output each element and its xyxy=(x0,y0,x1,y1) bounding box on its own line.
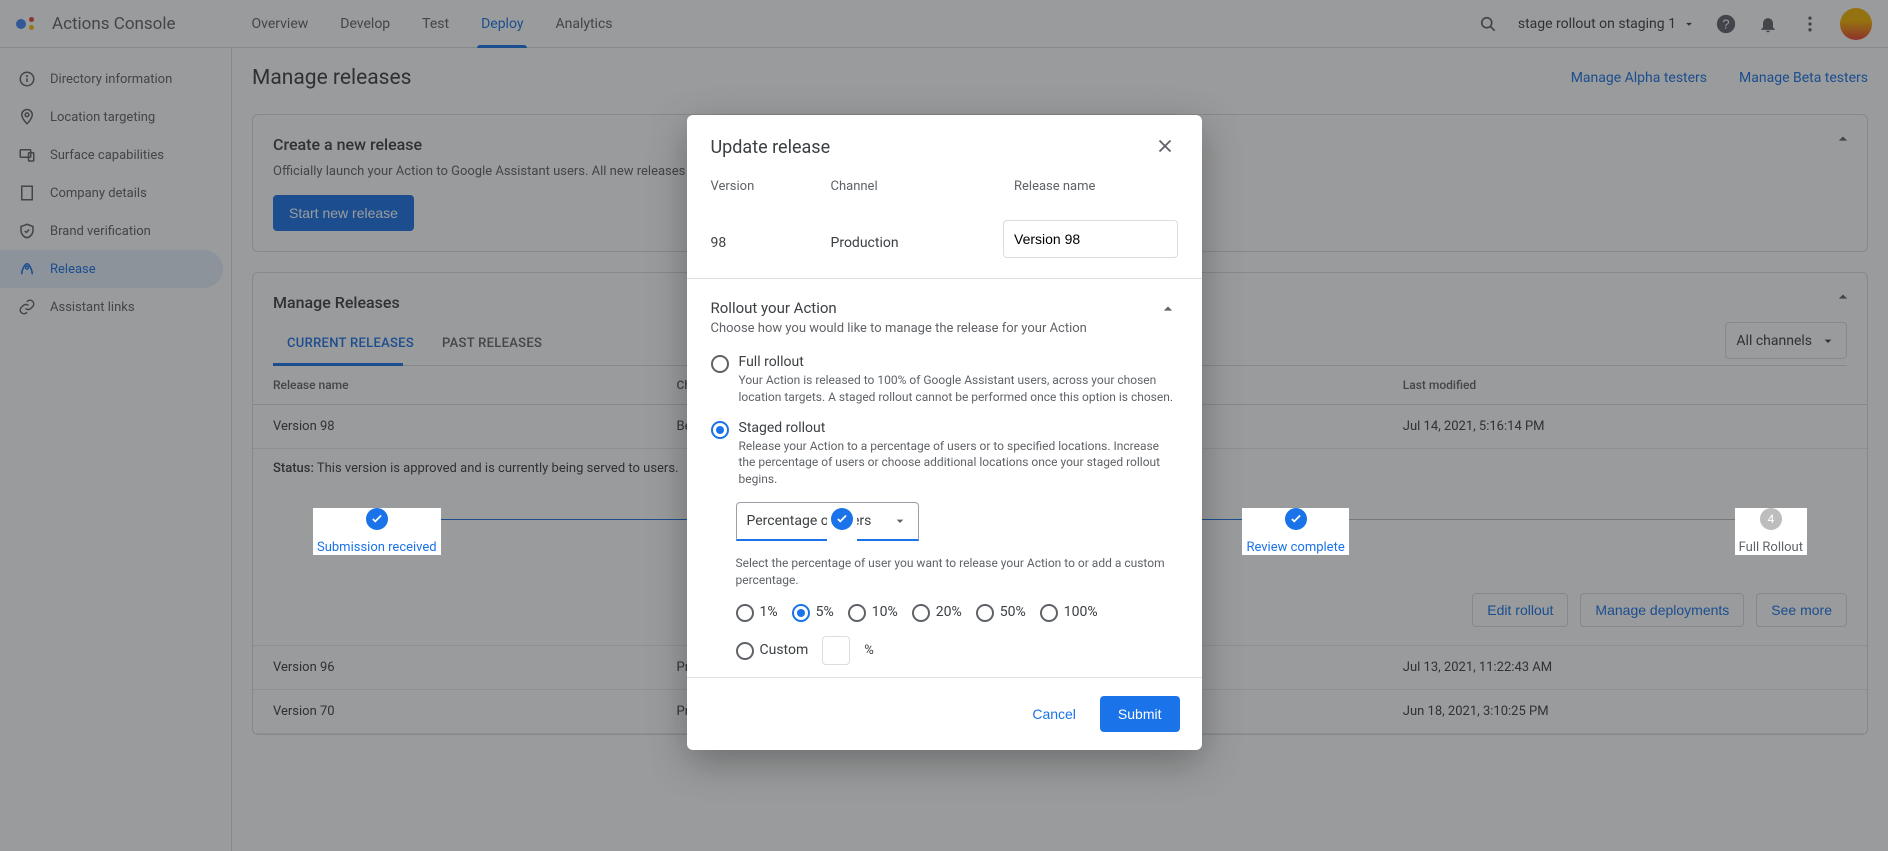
pct-suffix: % xyxy=(864,643,874,658)
pct-hint: Select the percentage of user you want t… xyxy=(736,555,1178,589)
staged-rollout-desc: Release your Action to a percentage of u… xyxy=(739,438,1178,488)
radio-20pct[interactable] xyxy=(912,604,930,622)
radio-custom-pct[interactable] xyxy=(736,642,754,660)
check-icon xyxy=(366,508,388,530)
version-value: 98 xyxy=(711,213,811,251)
chevron-down-icon xyxy=(892,513,908,529)
chevron-up-icon[interactable] xyxy=(1158,299,1178,319)
version-label: Version xyxy=(711,179,811,194)
submit-button[interactable]: Submit xyxy=(1100,696,1180,732)
update-release-modal: Update release Version Channel Release n… xyxy=(687,115,1202,750)
rollout-subtitle: Choose how you would like to manage the … xyxy=(711,321,1087,336)
full-rollout-desc: Your Action is released to 100% of Googl… xyxy=(739,372,1178,406)
close-icon[interactable] xyxy=(1154,135,1178,159)
step-1-label: Submission received xyxy=(317,540,437,555)
radio-staged-rollout[interactable] xyxy=(711,421,729,439)
rollout-title: Rollout your Action xyxy=(711,299,1087,317)
release-name-label: Release name xyxy=(1014,179,1178,194)
radio-10pct[interactable] xyxy=(848,604,866,622)
modal-scrim: Update release Version Channel Release n… xyxy=(0,0,1888,851)
modal-title: Update release xyxy=(711,137,831,158)
channel-label: Channel xyxy=(831,179,995,194)
custom-pct-input[interactable] xyxy=(822,636,850,665)
cancel-button[interactable]: Cancel xyxy=(1022,696,1086,732)
step-4-number: 4 xyxy=(1760,508,1782,530)
full-rollout-title: Full rollout xyxy=(739,354,1178,370)
release-name-input[interactable] xyxy=(1003,220,1178,258)
radio-full-rollout[interactable] xyxy=(711,355,729,373)
staged-rollout-title: Staged rollout xyxy=(739,420,1178,436)
step-3-label: Review complete xyxy=(1246,540,1344,555)
channel-value: Production xyxy=(831,213,984,251)
radio-100pct[interactable] xyxy=(1040,604,1058,622)
check-icon xyxy=(831,508,853,530)
radio-50pct[interactable] xyxy=(976,604,994,622)
check-icon xyxy=(1285,508,1307,530)
radio-1pct[interactable] xyxy=(736,604,754,622)
step-4-label: Full Rollout xyxy=(1739,540,1803,555)
radio-5pct[interactable] xyxy=(792,604,810,622)
